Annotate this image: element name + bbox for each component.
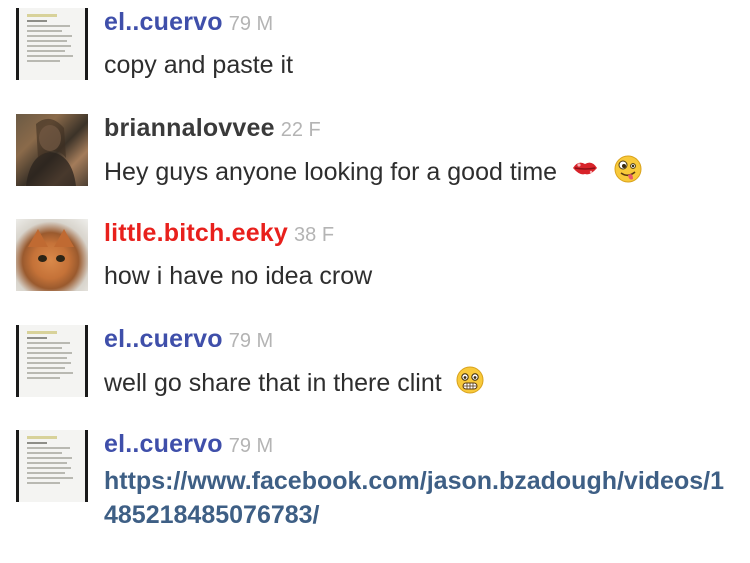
grimacing-face-icon xyxy=(455,365,485,404)
message-header: briannalovvee 22 F xyxy=(104,114,321,143)
user-age-gender: 38 F xyxy=(294,224,335,246)
chat-message-list: el..cuervo 79 M copy and paste it brianna… xyxy=(0,0,750,563)
zany-face-icon xyxy=(613,154,643,193)
avatar[interactable] xyxy=(16,430,88,502)
message-text: well go share that in there clint xyxy=(104,369,442,398)
avatar[interactable] xyxy=(16,114,88,186)
kitten-ear xyxy=(28,229,48,247)
kitten-eye xyxy=(38,255,47,262)
message-header: little.bitch.eeky 38 F xyxy=(104,219,334,248)
message-content: well go share that in there clint xyxy=(104,365,485,404)
message-content: Hey guys anyone looking for a good time xyxy=(104,154,643,193)
message-header: el..cuervo 79 M xyxy=(104,8,273,37)
user-age-gender: 79 M xyxy=(228,435,274,457)
user-age-gender: 79 M xyxy=(228,13,274,35)
user-age-gender: 22 F xyxy=(280,119,321,141)
username[interactable]: el..cuervo xyxy=(104,8,223,36)
user-age-gender: 79 M xyxy=(228,330,274,352)
avatar[interactable] xyxy=(16,325,88,397)
kitten-ear xyxy=(54,229,74,247)
kitten-eye xyxy=(56,255,65,262)
username[interactable]: el..cuervo xyxy=(104,325,223,353)
kiss-lips-icon xyxy=(570,156,600,191)
document-thumbnail-icon xyxy=(27,436,77,487)
username[interactable]: briannalovvee xyxy=(104,114,275,142)
avatar[interactable] xyxy=(16,8,88,80)
message-text: copy and paste it xyxy=(104,51,294,79)
message-text: Hey guys anyone looking for a good time xyxy=(104,158,558,187)
username[interactable]: little.bitch.eeky xyxy=(104,219,288,247)
message-text: how i have no idea crow xyxy=(104,262,373,290)
person-photo-icon xyxy=(26,118,76,186)
message-header: el..cuervo 79 M xyxy=(104,325,273,354)
avatar[interactable] xyxy=(16,219,88,291)
username[interactable]: el..cuervo xyxy=(104,430,223,458)
document-thumbnail-icon xyxy=(27,331,77,382)
message-header: el..cuervo 79 M xyxy=(104,430,273,459)
message-link[interactable]: https://www.facebook.com/jason.bzadough/… xyxy=(104,464,729,532)
document-thumbnail-icon xyxy=(27,14,77,65)
